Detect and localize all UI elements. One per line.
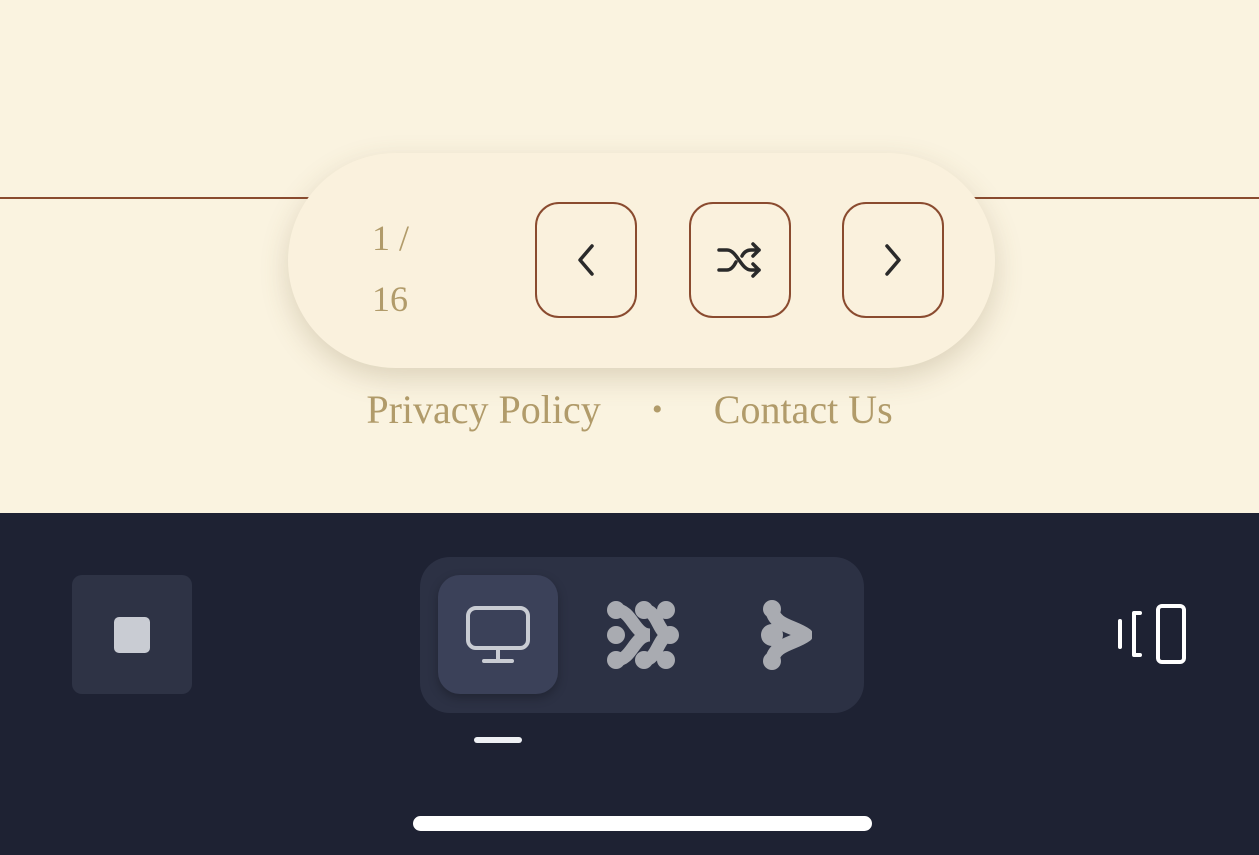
- chevron-right-icon: [885, 244, 901, 276]
- slide-total: 16: [372, 279, 408, 319]
- flow-mode-button[interactable]: [582, 575, 702, 694]
- footer-links: Privacy Policy • Contact Us: [0, 386, 1259, 433]
- slide-pager: 1 / 16: [288, 153, 995, 368]
- next-slide-button[interactable]: [842, 202, 944, 318]
- stop-button[interactable]: [72, 575, 192, 694]
- branch-icon: [761, 599, 812, 670]
- stop-icon: [114, 616, 150, 653]
- shuffle-button[interactable]: [689, 202, 791, 318]
- page-content: © Bonjour Heritage. All rights reserved.…: [0, 0, 1259, 513]
- monitor-mode-button[interactable]: [438, 575, 558, 694]
- slide-current: 1 /: [372, 218, 410, 258]
- active-mode-indicator: [474, 737, 522, 743]
- slide-counter: 1 / 16: [372, 208, 442, 330]
- prev-slide-button[interactable]: [535, 202, 637, 318]
- privacy-policy-link[interactable]: Privacy Policy: [366, 386, 600, 433]
- mode-switcher: [420, 557, 864, 713]
- link-separator: •: [652, 392, 663, 426]
- rotate-device-icon: [1118, 604, 1186, 664]
- branch-mode-button[interactable]: [726, 575, 846, 694]
- chevron-left-icon: [578, 244, 594, 276]
- rotate-device-button[interactable]: [1110, 601, 1194, 669]
- contact-us-link[interactable]: Contact Us: [714, 386, 893, 433]
- home-indicator: [413, 816, 872, 831]
- shuffle-icon: [717, 242, 761, 278]
- dots-flow-icon: [607, 600, 679, 669]
- bottom-toolbar: [0, 513, 1259, 855]
- monitor-icon: [466, 605, 530, 663]
